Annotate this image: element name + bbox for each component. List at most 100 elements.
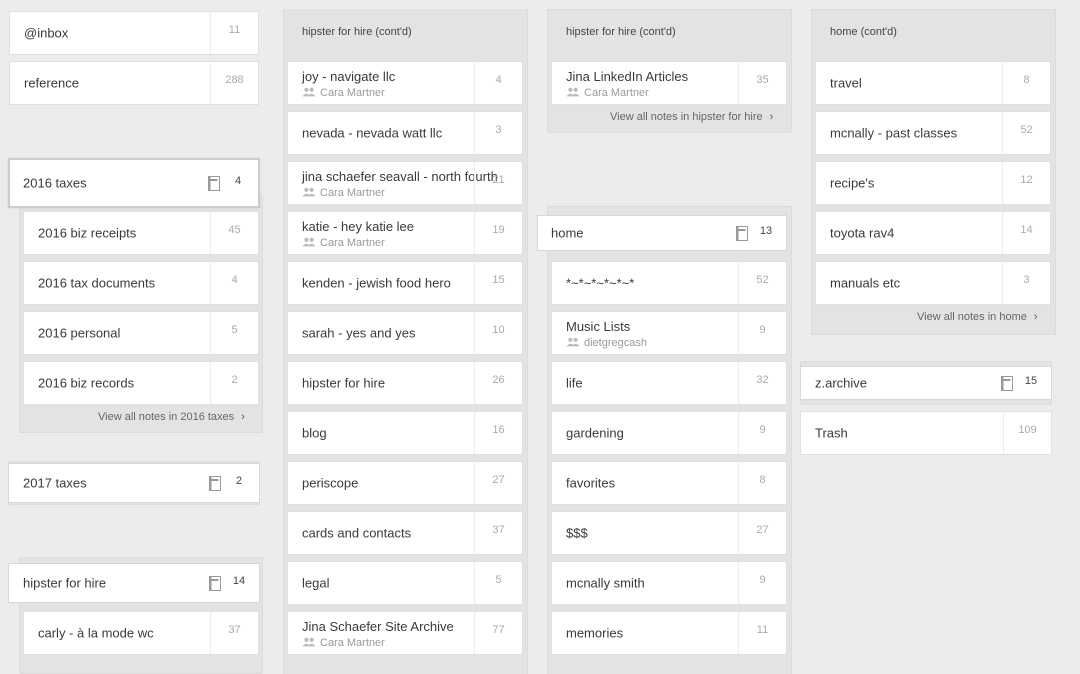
note-count: 52 [738,262,786,304]
notebook-tile[interactable]: mcnally smith 9 [551,561,787,605]
stack-home[interactable]: home 13 [537,215,787,251]
note-count: 15 [474,262,522,304]
note-count: 5 [210,312,258,354]
notebook-name: periscope [302,475,359,491]
view-all-label: View all notes in home [917,311,1027,323]
notebook-name: sarah - yes and yes [302,325,416,341]
notebook-tile[interactable]: favorites 8 [551,461,787,505]
shared-people-icon [302,237,316,247]
note-count: 35 [738,62,786,104]
stack-name: hipster for hire [23,575,107,591]
notebook-name: kenden - jewish food hero [302,275,451,291]
notebook-tile[interactable]: toyota rav4 14 [815,211,1051,255]
notebook-tile[interactable]: travel 8 [815,61,1051,105]
notebook-reference[interactable]: reference 288 [9,61,259,105]
notebook-tile[interactable]: kenden - jewish food hero 15 [287,261,523,305]
notebook-owner: Cara Martner [302,637,385,649]
notebook-tile[interactable]: hipster for hire 26 [287,361,523,405]
notebook-carly-a-la-mode-wc[interactable]: carly - à la mode wc 37 [23,611,259,655]
notebook-tile[interactable]: Music Lists dietgregcash 9 [551,311,787,355]
notebook-name: memories [566,625,624,641]
notebook-owner: Cara Martner [302,187,385,199]
owner-name: Cara Martner [320,237,385,249]
notebook-tile[interactable]: cards and contacts 37 [287,511,523,555]
note-count: 5 [474,562,522,604]
note-count: 4 [234,175,242,187]
note-count: 2 [235,475,243,487]
notebook-tile[interactable]: jina schaefer seavall - north fourth Cara… [287,161,523,205]
notebook-tile[interactable]: life 32 [551,361,787,405]
note-count: 14 [232,575,246,587]
notebook-name: favorites [566,475,616,491]
notebook-name: 2016 tax documents [38,275,156,291]
view-all-home-link[interactable]: View all notes in home › [917,311,1038,323]
notebook-name: toyota rav4 [830,225,895,241]
notebook-owner: Cara Martner [302,87,385,99]
notebook-name: 2016 biz records [38,375,135,391]
note-count: 109 [1003,412,1051,454]
notebook-tile[interactable]: $$$ 27 [551,511,787,555]
notebook-name: joy - navigate llc [302,69,396,84]
notebook-2016-tax-documents[interactable]: 2016 tax documents 4 [23,261,259,305]
note-count: 15 [1024,375,1038,387]
note-count: 8 [738,462,786,504]
note-count: 16 [474,412,522,454]
shared-people-icon [302,87,316,97]
notebook-tile[interactable]: mcnally - past classes 52 [815,111,1051,155]
notebook-tile[interactable]: joy - navigate llc Cara Martner 4 [287,61,523,105]
note-count: 19 [474,212,522,254]
notebook-name: carly - à la mode wc [38,625,154,641]
view-all-label: View all notes in hipster for hire [610,111,763,123]
note-count: 14 [1002,212,1050,254]
notebook-2016-personal[interactable]: 2016 personal 5 [23,311,259,355]
stack-name: z.archive [815,375,868,391]
notebook-name: travel [830,75,862,91]
notebook-owner: dietgregcash [566,337,647,349]
view-all-2016-taxes-link[interactable]: View all notes in 2016 taxes › [98,411,245,423]
notebook-name: Jina LinkedIn Articles [566,69,689,84]
notebook-tile[interactable]: legal 5 [287,561,523,605]
notebook-jina-linkedin-articles[interactable]: Jina LinkedIn Articles Cara Martner 35 [551,61,787,105]
notebook-name: cards and contacts [302,525,412,541]
note-count: 45 [210,212,258,254]
notebook-tile[interactable]: memories 11 [551,611,787,655]
notebook-name: reference [24,75,79,91]
notebook-tile[interactable]: periscope 27 [287,461,523,505]
stack-name: 2017 taxes [23,475,87,491]
notebook-tile[interactable]: katie - hey katie lee Cara Martner 19 [287,211,523,255]
notebook-name: manuals etc [830,275,901,291]
notebook-tile[interactable]: sarah - yes and yes 10 [287,311,523,355]
notebook-tile[interactable]: blog 16 [287,411,523,455]
column-title: home (cont'd) [830,26,897,38]
stack-2017-taxes[interactable]: 2017 taxes 2 [8,463,260,503]
notebook-name: Music Lists [566,319,631,334]
note-count: 52 [1002,112,1050,154]
stack-name: 2016 taxes [23,175,87,191]
stack-2016-taxes[interactable]: 2016 taxes 4 [8,158,260,208]
owner-name: Cara Martner [320,87,385,99]
chevron-right-icon: › [241,411,245,423]
view-all-hipster-link[interactable]: View all notes in hipster for hire › [610,111,773,123]
stack-z-archive[interactable]: z.archive 15 [800,366,1052,400]
notebook-tile[interactable]: nevada - nevada watt llc 3 [287,111,523,155]
notebook-name: nevada - nevada watt llc [302,125,443,141]
note-count: 27 [474,462,522,504]
notebook-name: hipster for hire [302,375,386,391]
view-all-label: View all notes in 2016 taxes [98,411,235,423]
notebook-tile[interactable]: *~*~*~*~*~* 52 [551,261,787,305]
notebook-tile[interactable]: gardening 9 [551,411,787,455]
owner-name: Cara Martner [320,637,385,649]
notebook-2016-biz-records[interactable]: 2016 biz records 2 [23,361,259,405]
note-count: 11 [738,612,786,654]
notebook-tile[interactable]: Jina Schaefer Site Archive Cara Martner 77 [287,611,523,655]
notebook-trash[interactable]: Trash 109 [800,411,1052,455]
notebook-2016-biz-receipts[interactable]: 2016 biz receipts 45 [23,211,259,255]
notebook-inbox[interactable]: @inbox 11 [9,11,259,55]
notebook-name: Jina Schaefer Site Archive [302,619,454,634]
notebook-tile[interactable]: recipe's 12 [815,161,1051,205]
shared-people-icon [302,187,316,197]
note-count: 21 [474,162,522,204]
notebook-tile[interactable]: manuals etc 3 [815,261,1051,305]
notebook-name: legal [302,575,330,591]
stack-hipster-for-hire[interactable]: hipster for hire 14 [8,563,260,603]
